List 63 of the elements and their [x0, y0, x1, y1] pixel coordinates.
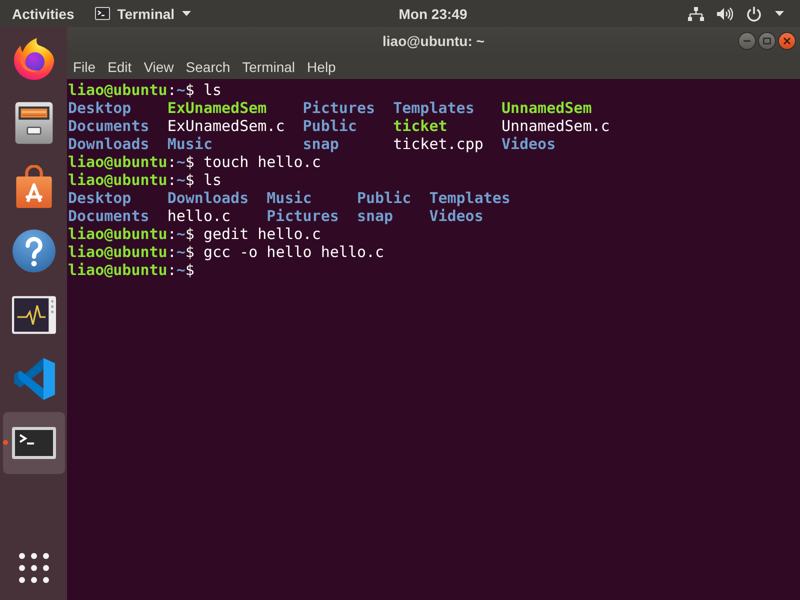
file-name: ticket.cpp — [393, 135, 484, 153]
flame-globe-icon — [12, 37, 56, 81]
app-grid-icon — [18, 553, 48, 583]
maximize-button[interactable] — [759, 33, 775, 49]
menu-item[interactable]: Edit — [102, 55, 138, 79]
dock-item[interactable] — [2, 412, 64, 474]
shell-prompt: liao@ubuntu:~$ — [68, 81, 194, 99]
window-title: liao@ubuntu: ~ — [382, 33, 484, 49]
terminal-icon — [95, 7, 110, 20]
directory-name: snap — [302, 135, 340, 153]
directory-name: Downloads — [167, 189, 249, 207]
app-menu-button[interactable]: Terminal — [86, 0, 201, 27]
activities-button[interactable]: Activities — [0, 0, 86, 27]
caret-icon — [182, 11, 191, 16]
directory-name: Templates — [429, 189, 510, 207]
file-name: ExUnamedSem.c — [167, 117, 285, 135]
shell-prompt: liao@ubuntu:~$ — [68, 261, 194, 279]
directory-name: Pictures — [266, 207, 339, 225]
power-icon[interactable] — [746, 6, 762, 22]
menu-item[interactable]: Search — [180, 55, 236, 79]
file-name: UnnamedSem.c — [501, 117, 610, 135]
executable-name: ExUnamedSem — [167, 99, 268, 117]
folded-ribbon-icon — [12, 357, 56, 401]
directory-name: Music — [266, 189, 313, 207]
command-text: ls — [203, 81, 222, 99]
minimize-button[interactable] — [739, 33, 755, 49]
maximize-icon — [763, 37, 771, 45]
directory-name: Videos — [429, 207, 484, 225]
directory-name: Public — [356, 189, 412, 207]
shell-prompt: liao@ubuntu:~$ — [68, 171, 194, 189]
menu-item[interactable]: Terminal — [236, 55, 302, 79]
command-text: ls — [203, 171, 222, 189]
directory-name: Downloads — [68, 135, 150, 153]
directory-name: Music — [167, 135, 214, 153]
executable-name: ticket — [393, 117, 448, 135]
menu-item[interactable]: File — [67, 55, 102, 79]
volume-icon[interactable] — [717, 6, 733, 20]
directory-name: Videos — [501, 135, 557, 153]
menu-item[interactable]: Help — [301, 55, 342, 79]
directory-name: Documents — [68, 117, 150, 135]
command-text: gedit hello.c — [203, 225, 321, 243]
command-text: touch hello.c — [203, 153, 321, 171]
close-icon — [783, 37, 791, 45]
command-text: gcc -o hello hello.c — [203, 243, 384, 261]
clock-button[interactable]: Mon 23:49 — [386, 0, 480, 27]
shell-prompt: liao@ubuntu:~$ — [68, 225, 194, 243]
close-button[interactable] — [779, 33, 795, 49]
directory-name: Desktop — [68, 189, 132, 207]
file-name: hello.c — [167, 207, 232, 225]
directory-name: Templates — [393, 99, 476, 117]
executable-name: UnnamedSem — [501, 99, 593, 117]
pulse-monitor-icon — [12, 293, 56, 337]
question-mark-icon — [12, 229, 56, 273]
caret-icon[interactable] — [775, 11, 784, 16]
menu-item[interactable]: View — [138, 55, 180, 79]
directory-name: Pictures — [302, 99, 376, 117]
shell-prompt: liao@ubuntu:~$ — [68, 153, 194, 171]
directory-name: snap — [356, 207, 394, 225]
directory-name: Desktop — [68, 99, 132, 117]
network-icon[interactable] — [688, 6, 704, 20]
directory-name: Documents — [68, 207, 150, 225]
directory-name: Public — [302, 117, 358, 135]
shell-prompt: liao@ubuntu:~$ — [68, 243, 194, 261]
